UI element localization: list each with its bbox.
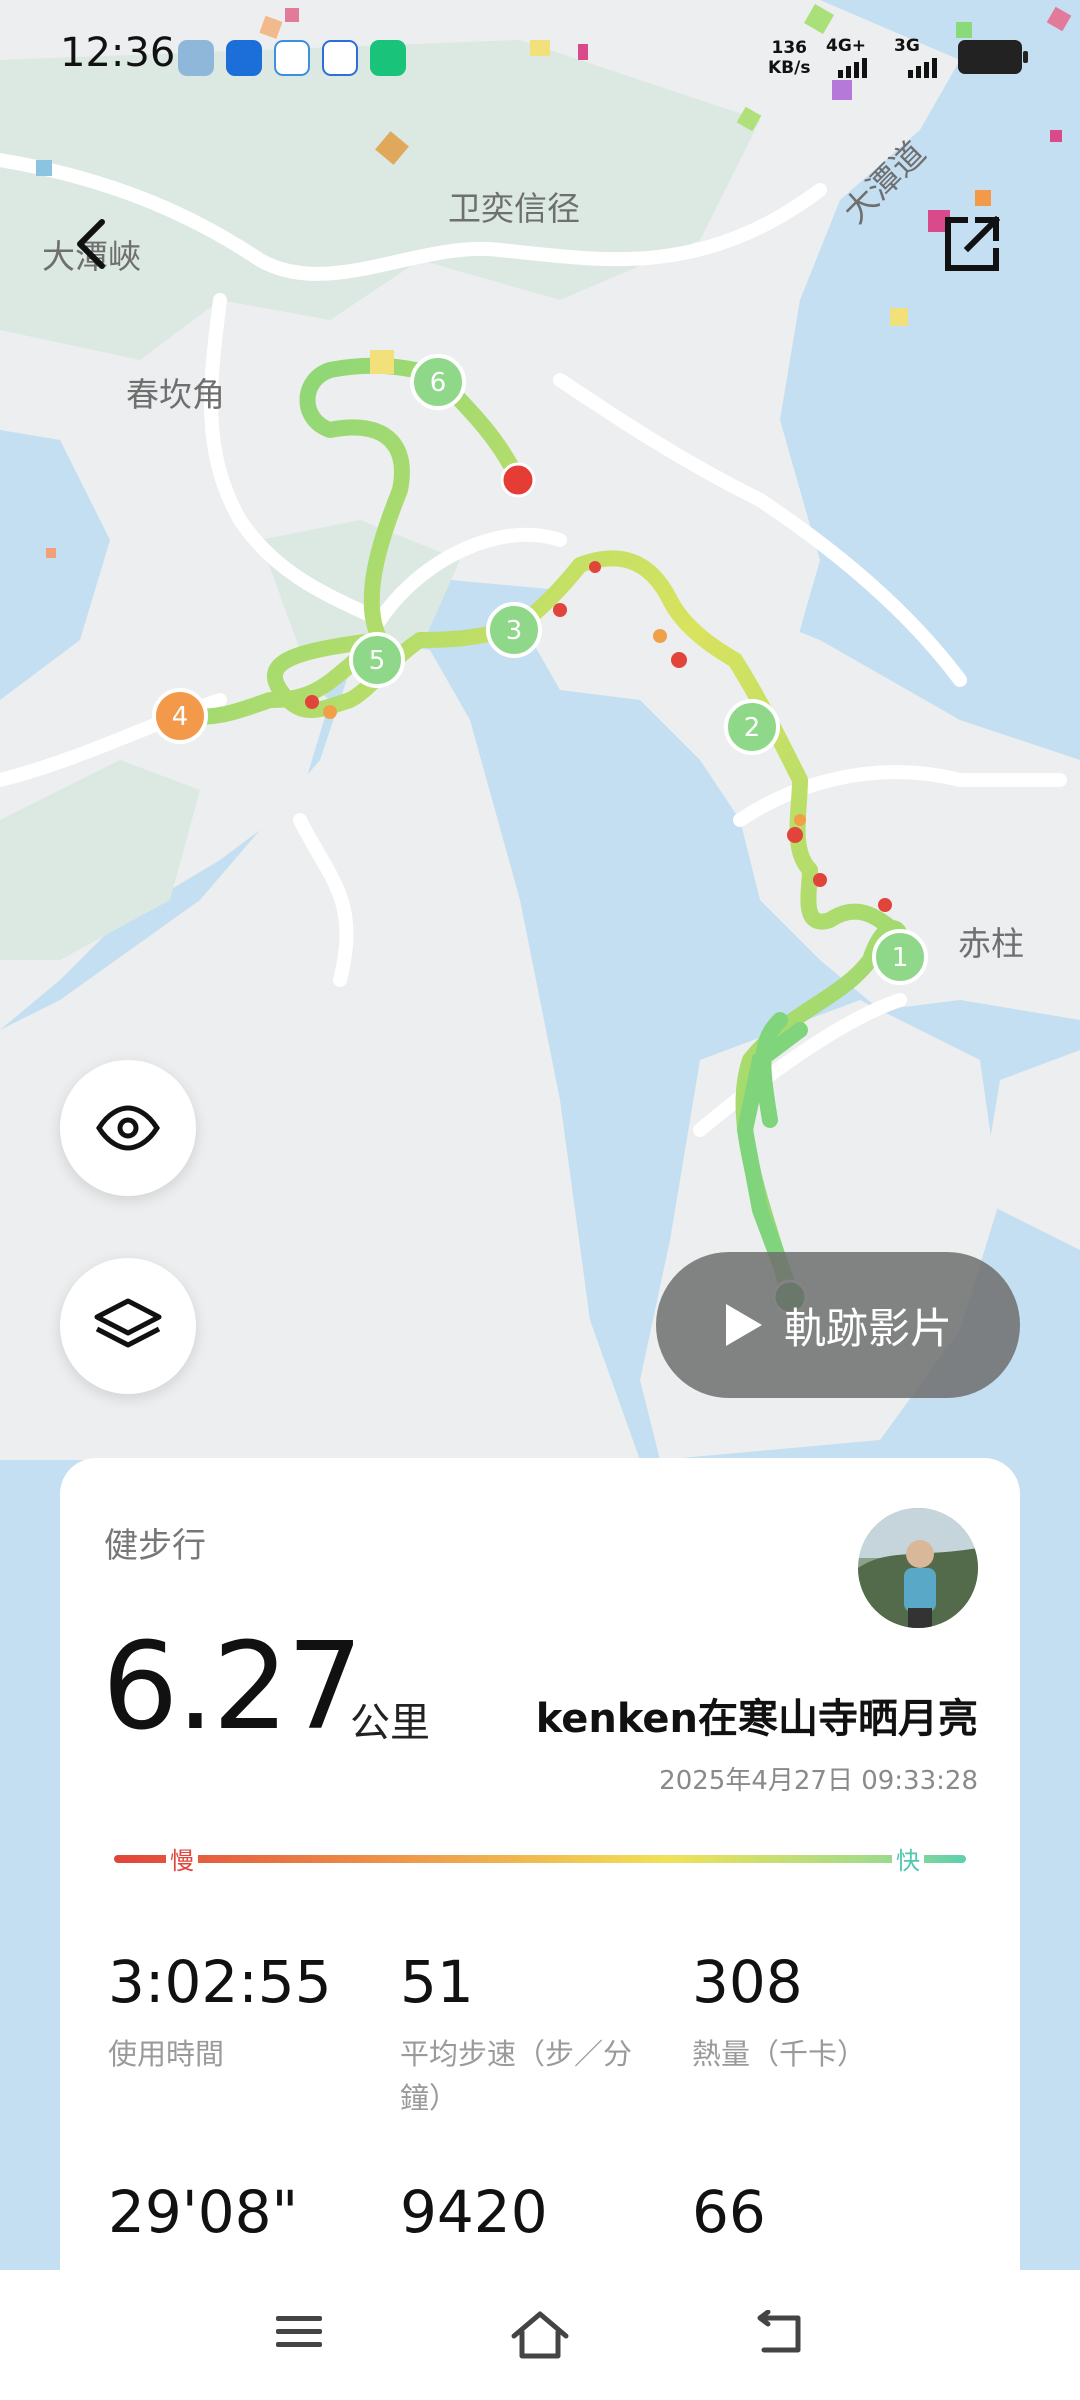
route-marker-2[interactable]: 2	[724, 699, 780, 755]
status-bar: 12:36 136 KB/s 4G+ 3G	[0, 0, 1080, 110]
status-time: 12:36	[60, 30, 176, 76]
app-icon-notification	[226, 40, 262, 76]
stat-label: 使用時間	[108, 2037, 225, 2071]
svg-text:1: 1	[892, 943, 909, 973]
svg-text:3: 3	[506, 616, 523, 646]
battery-icon	[958, 40, 1028, 74]
external-link-icon	[945, 215, 1001, 271]
system-nav-bar	[0, 2270, 1080, 2400]
route-marker-6[interactable]: 6	[410, 354, 466, 410]
track-video-label: 軌跡影片	[783, 1303, 952, 1353]
app-icon-notification	[370, 40, 406, 76]
chevron-left-icon	[77, 219, 105, 269]
stat-other: 66	[692, 2178, 962, 2246]
svg-text:5: 5	[369, 646, 386, 676]
stat-label: 熱量（千卡）	[692, 2037, 867, 2071]
app-icon-notification	[322, 40, 358, 76]
back-button[interactable]	[60, 212, 124, 276]
avatar[interactable]	[858, 1508, 978, 1628]
map-layers-button[interactable]	[60, 1258, 196, 1394]
layers-icon	[94, 1298, 162, 1348]
speed-slow-label: 慢	[166, 1841, 198, 1876]
stat-calories: 308 熱量（千卡）	[692, 1948, 962, 2076]
stat-value: 9420	[400, 2178, 548, 2246]
map-label: 春坎角	[126, 375, 225, 414]
signal-bars-icon	[908, 58, 937, 78]
stat-avg-cadence: 51 平均步速（步／分鐘）	[400, 1948, 670, 2120]
map-label: 卫奕信径	[448, 189, 580, 228]
stat-value: 51	[400, 1948, 474, 2016]
speed-legend-bar	[114, 1855, 966, 1863]
activity-summary-card: 健步行 6.27 公里 kenken在寒山寺晒月亮 2025年4月27日 09:…	[60, 1458, 1020, 2288]
play-icon	[725, 1304, 762, 1346]
share-button[interactable]	[940, 212, 1004, 276]
svg-text:6: 6	[430, 368, 447, 398]
stat-steps: 9420	[400, 2178, 670, 2246]
visibility-toggle-button[interactable]	[60, 1060, 196, 1196]
route-end-marker	[500, 462, 536, 498]
app-icon-notification	[274, 40, 310, 76]
stat-value: 308	[692, 1948, 803, 2016]
stat-duration: 3:02:55 使用時間	[108, 1948, 378, 2076]
stat-label: 平均步速（步／分鐘）	[400, 2037, 633, 2115]
route-marker-5[interactable]: 5	[349, 632, 405, 688]
network-speed: 136 KB/s	[768, 38, 811, 78]
stat-value: 66	[692, 2178, 766, 2246]
route-marker-1[interactable]: 1	[872, 929, 928, 985]
route-marker-3[interactable]: 3	[486, 602, 542, 658]
stat-pace: 29'08"	[108, 2178, 378, 2246]
stat-value: 29'08"	[108, 2178, 299, 2246]
map-label: 赤柱	[958, 924, 1024, 963]
back-nav-icon[interactable]	[754, 2310, 804, 2356]
stat-value: 3:02:55	[108, 1948, 332, 2016]
route-marker-4[interactable]: 4	[152, 688, 208, 744]
signal-label-2: 3G	[894, 36, 920, 56]
menu-icon[interactable]	[274, 2310, 324, 2354]
notification-icons	[178, 40, 406, 76]
distance-unit: 公里	[350, 1700, 430, 1746]
avatar-photo	[858, 1508, 978, 1628]
activity-datetime: 2025年4月27日 09:33:28	[659, 1766, 978, 1796]
home-icon[interactable]	[510, 2310, 570, 2360]
speed-fast-label: 快	[892, 1841, 924, 1876]
distance-value: 6.27	[102, 1618, 363, 1757]
signal-bars-icon	[838, 58, 867, 78]
app-icon-notification	[178, 40, 214, 76]
eye-icon	[96, 1105, 160, 1151]
user-name: kenken在寒山寺晒月亮	[535, 1696, 978, 1742]
signal-label-1: 4G+	[826, 36, 867, 56]
sport-type: 健步行	[104, 1526, 206, 1566]
svg-text:2: 2	[744, 713, 761, 743]
track-video-button[interactable]: 軌跡影片	[656, 1252, 1020, 1398]
svg-text:4: 4	[172, 702, 189, 732]
